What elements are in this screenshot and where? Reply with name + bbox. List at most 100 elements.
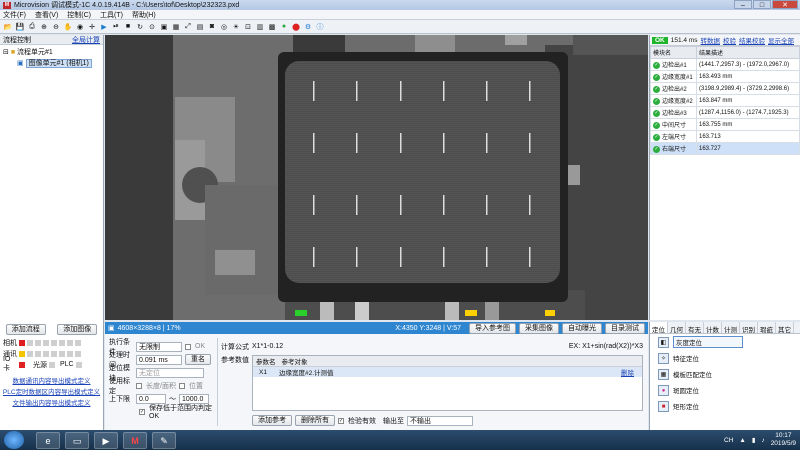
save-ng-checkbox[interactable]: ✓ — [139, 408, 145, 415]
camera-icon[interactable]: ◙ — [207, 22, 217, 32]
gear-icon[interactable]: ⚙ — [303, 22, 313, 32]
tree-node-flow-unit[interactable]: ⊟ ■ 流程单元#1 — [3, 47, 100, 58]
column-header[interactable]: 模块名 — [650, 46, 697, 59]
plc-export-link[interactable]: PLC定时数据区内容导出模式定义 — [0, 387, 103, 398]
open-icon[interactable]: 📂 — [3, 22, 13, 32]
play-icon[interactable]: ▶ — [99, 22, 109, 32]
file-export-link[interactable]: 文件输出内容导出模式定义 — [0, 398, 103, 409]
add-image-button[interactable]: 添加图像 — [57, 324, 98, 335]
add-flow-button[interactable]: 添加流程 — [5, 324, 46, 335]
volume-icon[interactable]: ♪ — [761, 437, 764, 444]
check-valid-checkbox[interactable]: ✓ — [338, 417, 344, 424]
link-result-verify[interactable]: 结果校验 — [739, 35, 765, 45]
column-header[interactable]: 参考对象 — [282, 356, 308, 366]
comm-export-link[interactable]: 数据通讯内容导出模式定义 — [0, 376, 103, 387]
tool-gray-locate[interactable]: ◧ 灰度定位 — [650, 334, 800, 350]
auto-exposure-button[interactable]: 自动曝光 — [562, 322, 602, 334]
range-max-input[interactable]: 1000.0 — [179, 393, 209, 404]
tab-count[interactable]: 计数 — [704, 322, 722, 334]
formula-input[interactable]: X1*1-0.12 — [252, 343, 283, 350]
delete-all-button[interactable]: 删除所有 — [295, 415, 335, 426]
tab-defect[interactable]: 瑕疵 — [758, 322, 776, 334]
minimize-button[interactable]: – — [734, 0, 752, 9]
tab-recognize[interactable]: 识别 — [740, 322, 758, 334]
info-icon[interactable]: ⓘ — [315, 22, 325, 32]
zoom-fit-icon[interactable]: ⤢ — [183, 22, 193, 32]
start-button[interactable] — [4, 431, 24, 449]
calculator-icon[interactable]: ▩ — [267, 22, 277, 32]
capture-image-button[interactable]: 采集图像 — [519, 322, 559, 334]
zoom-in-icon[interactable]: ⊕ — [39, 22, 49, 32]
grid-icon[interactable]: ▦ — [171, 22, 181, 32]
ie-icon[interactable]: e — [36, 431, 60, 449]
directory-test-button[interactable]: 目录测试 — [605, 322, 645, 334]
column-header[interactable]: 结果描述 — [696, 46, 800, 59]
zoom-out-icon[interactable]: ⊖ — [51, 22, 61, 32]
ok-checkbox[interactable] — [185, 343, 191, 350]
tool-feature-locate[interactable]: ✧ 特征定位 — [650, 350, 800, 366]
green-circle-icon[interactable]: ● — [279, 22, 289, 32]
explorer-icon[interactable]: ▭ — [65, 431, 89, 449]
target-icon[interactable]: ◎ — [219, 22, 229, 32]
exec-condition-select[interactable]: 无限制 — [136, 341, 182, 352]
print-icon[interactable]: ⎙ — [27, 22, 37, 32]
tab-measure[interactable]: 计测 — [722, 322, 740, 334]
location-icon[interactable]: ⬤ — [291, 22, 301, 32]
menu-file[interactable]: 文件(F) — [3, 10, 26, 20]
language-indicator[interactable]: CH — [724, 437, 733, 444]
tree-node-image-unit[interactable]: ▣ 图像单元#1 (相机1) — [3, 58, 100, 69]
crosshair-icon[interactable]: ✛ — [87, 22, 97, 32]
measure-icon[interactable]: ⊡ — [243, 22, 253, 32]
range-min-input[interactable]: 0.0 — [136, 393, 166, 404]
table-row[interactable]: X1 边缘宽度#2.计测值 删除 — [253, 367, 642, 377]
clock[interactable]: 10:17 2019/5/9 — [771, 432, 796, 448]
table-row[interactable]: ✓ 边检出#2 (3198.9,2989.4) - (3729.2,2998.6) — [650, 82, 800, 95]
table-row[interactable]: ✓ 边检出#1 (1441.7,2957.3) - (1972.0,2967.0) — [650, 58, 800, 71]
tab-geometry[interactable]: 几何 — [668, 322, 686, 334]
table-row[interactable]: ✓ 边缘宽度#2 163.847 mm — [650, 94, 800, 107]
locate-module-select[interactable]: 无定位 — [136, 367, 204, 378]
output-select[interactable]: 不输出 — [407, 415, 473, 426]
rename-button[interactable]: 重名 — [185, 354, 211, 365]
eye-icon[interactable]: ◉ — [75, 22, 85, 32]
position-checkbox[interactable] — [178, 382, 185, 389]
table-row[interactable]: ✓ 左端尺寸 163.713 — [650, 130, 800, 143]
table-row[interactable]: ✓ 边缘宽度#1 163.493 mm — [650, 70, 800, 83]
link-show-all[interactable]: 显示全部 — [768, 35, 794, 45]
table-row[interactable]: ✓ 右端尺寸 163.727 — [650, 142, 800, 155]
tab-other[interactable]: 其它 — [776, 322, 794, 334]
column-header[interactable]: 参数名 — [256, 356, 276, 366]
network-icon[interactable]: ▮ — [752, 436, 756, 444]
snapshot-icon[interactable]: ▣ — [159, 22, 169, 32]
maximize-button[interactable]: □ — [753, 0, 771, 9]
close-button[interactable]: ✕ — [772, 0, 798, 9]
save-icon[interactable]: 💾 — [15, 22, 25, 32]
refresh-icon[interactable]: ↻ — [135, 22, 145, 32]
table-row[interactable]: ✓ 边检出#3 (1287.4,1156.0) - (1274.7,1925.3) — [650, 106, 800, 119]
table-icon[interactable]: ▥ — [255, 22, 265, 32]
menu-view[interactable]: 查看(V) — [35, 10, 58, 20]
menu-help[interactable]: 帮助(H) — [132, 10, 156, 20]
light-icon[interactable]: ☀ — [231, 22, 241, 32]
layout-icon[interactable]: ▤ — [195, 22, 205, 32]
microvision-app-icon[interactable]: M — [123, 431, 147, 449]
stop-icon[interactable]: ■ — [123, 22, 133, 32]
import-reference-button[interactable]: 导入参考图 — [469, 322, 516, 334]
menu-control[interactable]: 控制(C) — [67, 10, 91, 20]
table-row[interactable]: ✓ 中间尺寸 163.755 mm — [650, 118, 800, 131]
tab-presence[interactable]: 有无 — [686, 322, 704, 334]
media-player-icon[interactable]: ▶ — [94, 431, 118, 449]
link-verify[interactable]: 校验 — [723, 35, 736, 45]
add-reference-button[interactable]: 添加参考 — [252, 415, 292, 426]
tray-arrow-icon[interactable]: ▲ — [739, 437, 745, 444]
hand-icon[interactable]: ✋ — [63, 22, 73, 32]
global-calc-link[interactable]: 全局计算 — [72, 35, 100, 45]
tool-rect-locate[interactable]: ■ 矩形定位 — [650, 398, 800, 414]
step-icon[interactable]: ⏯ — [111, 22, 121, 32]
length-area-checkbox[interactable] — [136, 382, 142, 389]
record-icon[interactable]: ⊙ — [147, 22, 157, 32]
tool-circle-locate[interactable]: ● 斑圆定位 — [650, 382, 800, 398]
image-viewer[interactable] — [105, 35, 648, 320]
delete-link[interactable]: 删除 — [621, 367, 634, 377]
menu-tools[interactable]: 工具(T) — [100, 10, 123, 20]
